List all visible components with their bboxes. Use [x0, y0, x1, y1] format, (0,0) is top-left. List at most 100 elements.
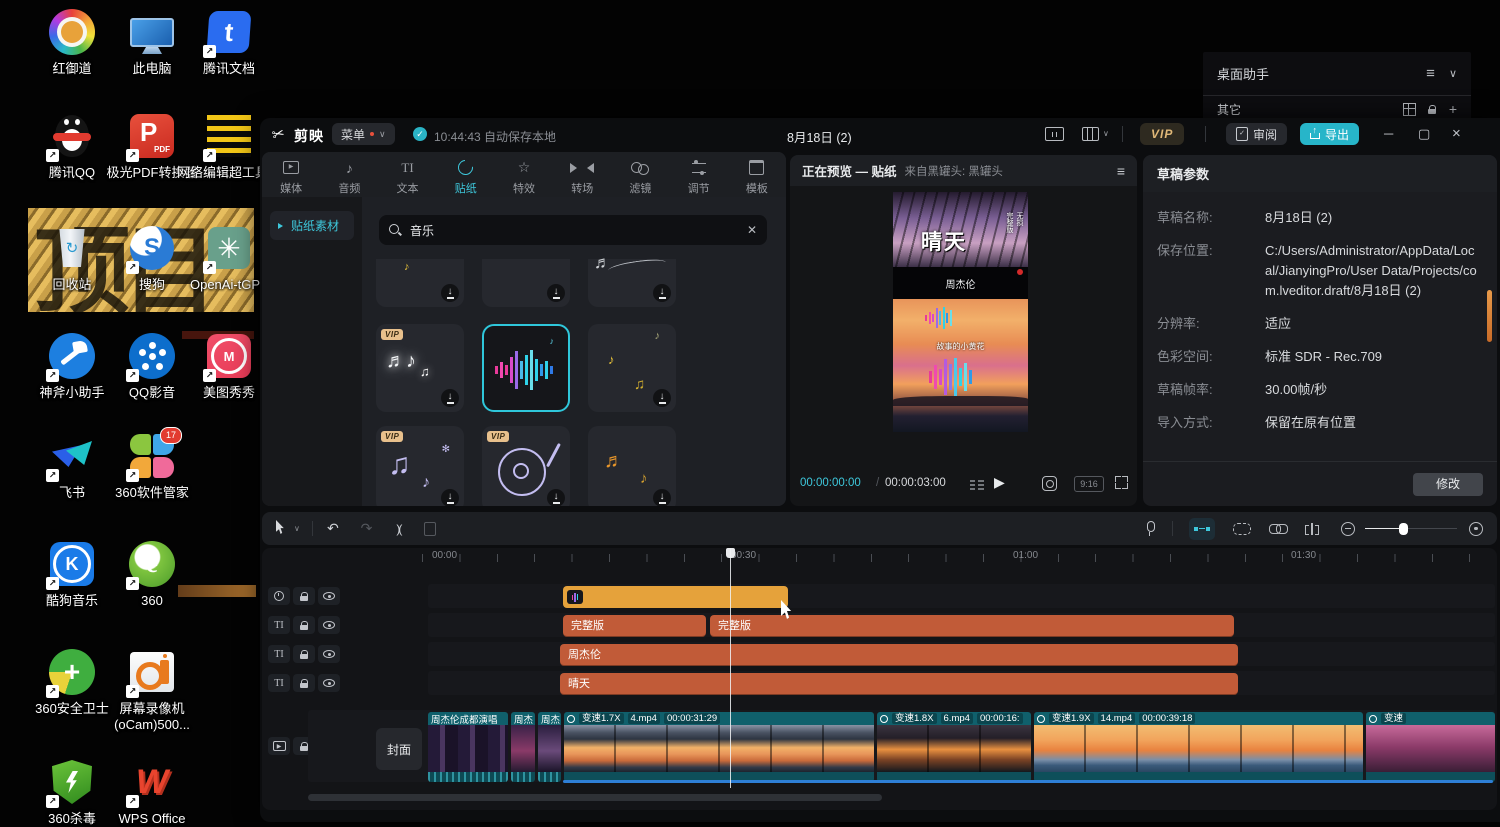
sticker-item[interactable]: VIP ↓ [482, 426, 570, 506]
eye-icon[interactable] [318, 645, 340, 663]
tab-text[interactable]: TI 文本 [378, 152, 436, 197]
aspect-ratio-button[interactable]: 9:16 [1074, 476, 1104, 492]
close-button[interactable]: × [1452, 125, 1461, 142]
sticker-search-box[interactable]: 音乐 ✕ [379, 215, 767, 245]
desktop-icon-tencent-docs[interactable]: t ↗ 腾讯文档 [174, 8, 284, 77]
lock-icon[interactable] [293, 645, 315, 663]
play-button[interactable]: ▶ [994, 474, 1005, 491]
download-icon[interactable]: ↓ [441, 389, 459, 407]
sticker-item-selected[interactable]: ♪ [482, 324, 570, 412]
grid-view-icon[interactable] [1403, 103, 1416, 116]
frame-view-icon[interactable] [970, 478, 984, 490]
download-icon[interactable]: ↓ [547, 489, 565, 506]
fullscreen-icon[interactable] [1115, 476, 1128, 489]
category-sticker-material[interactable]: 贴纸素材 [270, 211, 354, 240]
sticker-item[interactable]: VIP ♬♪ ♫ ↓ [376, 324, 464, 412]
redo-icon[interactable]: ↷ [361, 520, 373, 537]
review-button[interactable]: ✓ 审阅 [1226, 123, 1287, 145]
sticker-item[interactable]: ↓ [482, 259, 570, 307]
clear-search-icon[interactable]: ✕ [747, 223, 757, 237]
sticker-item[interactable]: ♬ ↓ [588, 259, 676, 307]
zoom-out-icon[interactable] [1341, 522, 1355, 536]
tab-adjust[interactable]: 调节 [670, 152, 728, 197]
add-icon[interactable]: + [1449, 101, 1457, 117]
sticker-clip[interactable] [563, 586, 788, 608]
tab-templates[interactable]: 模板 [728, 152, 786, 197]
desktop-icon-ocam[interactable]: ↗ 屏幕录像机(oCam)500... [97, 648, 207, 734]
eye-icon[interactable] [318, 674, 340, 692]
tab-media[interactable]: ▶ 媒体 [262, 152, 320, 197]
download-icon[interactable]: ↓ [653, 389, 671, 407]
panel-scrollbar[interactable] [1487, 290, 1492, 342]
video-clip[interactable]: 变速1.9X 14.mp4 00:00:39:18 [1034, 712, 1363, 782]
menu-button[interactable]: 菜单 ∨ [332, 123, 395, 145]
snap-toggle-active[interactable] [1189, 518, 1215, 540]
split-clip-icon[interactable]: )( [396, 522, 400, 536]
preview-menu-icon[interactable]: ≡ [1117, 163, 1125, 179]
desktop-icon-wps[interactable]: W ↗ WPS Office [97, 758, 207, 827]
text-clip[interactable]: 晴天 [560, 673, 1238, 695]
assistant-collapse-icon[interactable]: ∨ [1449, 67, 1457, 80]
preview-quality-icon[interactable] [1042, 476, 1057, 491]
cover-button[interactable]: 封面 [376, 728, 422, 770]
sticker-item[interactable]: VIP ♫ ✻ ♪ ↓ [376, 426, 464, 506]
timeline-ruler-ticks[interactable] [422, 554, 1493, 562]
search-input[interactable]: 音乐 [410, 222, 434, 239]
delete-icon[interactable] [424, 522, 436, 536]
slider-knob[interactable] [1399, 523, 1408, 535]
vip-button[interactable]: VIP [1140, 123, 1184, 145]
audio-track-collapsed[interactable] [563, 780, 1493, 783]
tab-transitions[interactable]: 转场 [553, 152, 611, 197]
desktop-icon-360-browser[interactable]: e ↗ 360 [97, 540, 207, 609]
text-clip[interactable]: 完整版 [710, 615, 1234, 637]
playhead-line[interactable] [730, 548, 731, 788]
download-icon[interactable]: ↓ [653, 489, 671, 506]
preview-axis-toggle-icon[interactable] [1233, 523, 1251, 535]
select-tool-icon[interactable] [276, 520, 286, 537]
timeline-scrollbar[interactable] [308, 794, 882, 801]
video-clip[interactable]: 变速1.7X 4.mp4 00:00:31:29 [564, 712, 874, 782]
select-tool-chevron-icon[interactable]: ∨ [294, 524, 300, 533]
link-toggle-icon[interactable] [1269, 524, 1287, 534]
assistant-menu-icon[interactable]: ≡ [1426, 65, 1435, 82]
minimize-button[interactable]: ─ [1384, 126, 1393, 141]
lock-icon[interactable] [1428, 105, 1437, 114]
sticker-item[interactable]: ♪ ↓ [376, 259, 464, 307]
lock-icon[interactable] [293, 616, 315, 634]
clip-filename: 4.mp4 [628, 713, 660, 724]
shortcut-keys-icon[interactable] [1045, 127, 1064, 141]
maximize-button[interactable]: ▢ [1418, 126, 1430, 142]
text-clip[interactable]: 完整版 [563, 615, 706, 637]
layout-switch-icon[interactable] [1082, 127, 1099, 141]
download-icon[interactable]: ↓ [441, 489, 459, 506]
split-view-toggle-icon[interactable] [1305, 523, 1319, 535]
video-clip[interactable]: 周杰 [511, 712, 535, 782]
download-icon[interactable]: ↓ [653, 284, 671, 302]
lock-icon[interactable] [293, 674, 315, 692]
tab-audio[interactable]: ♪ 音频 [320, 152, 378, 197]
layout-chevron-icon[interactable]: ∨ [1103, 129, 1109, 138]
video-clip[interactable]: 周杰伦成都演唱 [428, 712, 508, 782]
timeline-zoom-slider[interactable] [1365, 522, 1457, 536]
download-icon[interactable]: ↓ [547, 284, 565, 302]
sticker-item[interactable]: ♬ ♪ ↓ [588, 426, 676, 506]
zoom-fit-icon[interactable] [1469, 522, 1483, 536]
video-clip[interactable]: 周杰 [538, 712, 561, 782]
video-clip[interactable]: 变速1.8X 6.mp4 00:00:16: [877, 712, 1031, 782]
video-preview[interactable]: 晴天 完整版 无损 周杰伦 故事的小黄花 [893, 192, 1028, 432]
text-clip[interactable]: 周杰伦 [560, 644, 1238, 666]
tab-filters[interactable]: 滤镜 [611, 152, 669, 197]
export-button[interactable]: ↑ 导出 [1300, 123, 1359, 145]
lock-icon[interactable] [293, 587, 315, 605]
desktop-icon-360-manager[interactable]: 17 ↗ 360软件管家 [97, 432, 207, 501]
sticker-item[interactable]: ♪ ♪ ♫ ↓ [588, 324, 676, 412]
tab-sticker[interactable]: 贴纸 [437, 152, 495, 197]
download-icon[interactable]: ↓ [441, 284, 459, 302]
eye-icon[interactable] [318, 616, 340, 634]
eye-icon[interactable] [318, 587, 340, 605]
video-clip[interactable]: 变速 [1366, 712, 1495, 782]
modify-button[interactable]: 修改 [1413, 473, 1483, 496]
undo-icon[interactable]: ↷ [327, 520, 339, 537]
tab-effects[interactable]: ☆ 特效 [495, 152, 553, 197]
record-voiceover-icon[interactable] [1145, 521, 1154, 536]
